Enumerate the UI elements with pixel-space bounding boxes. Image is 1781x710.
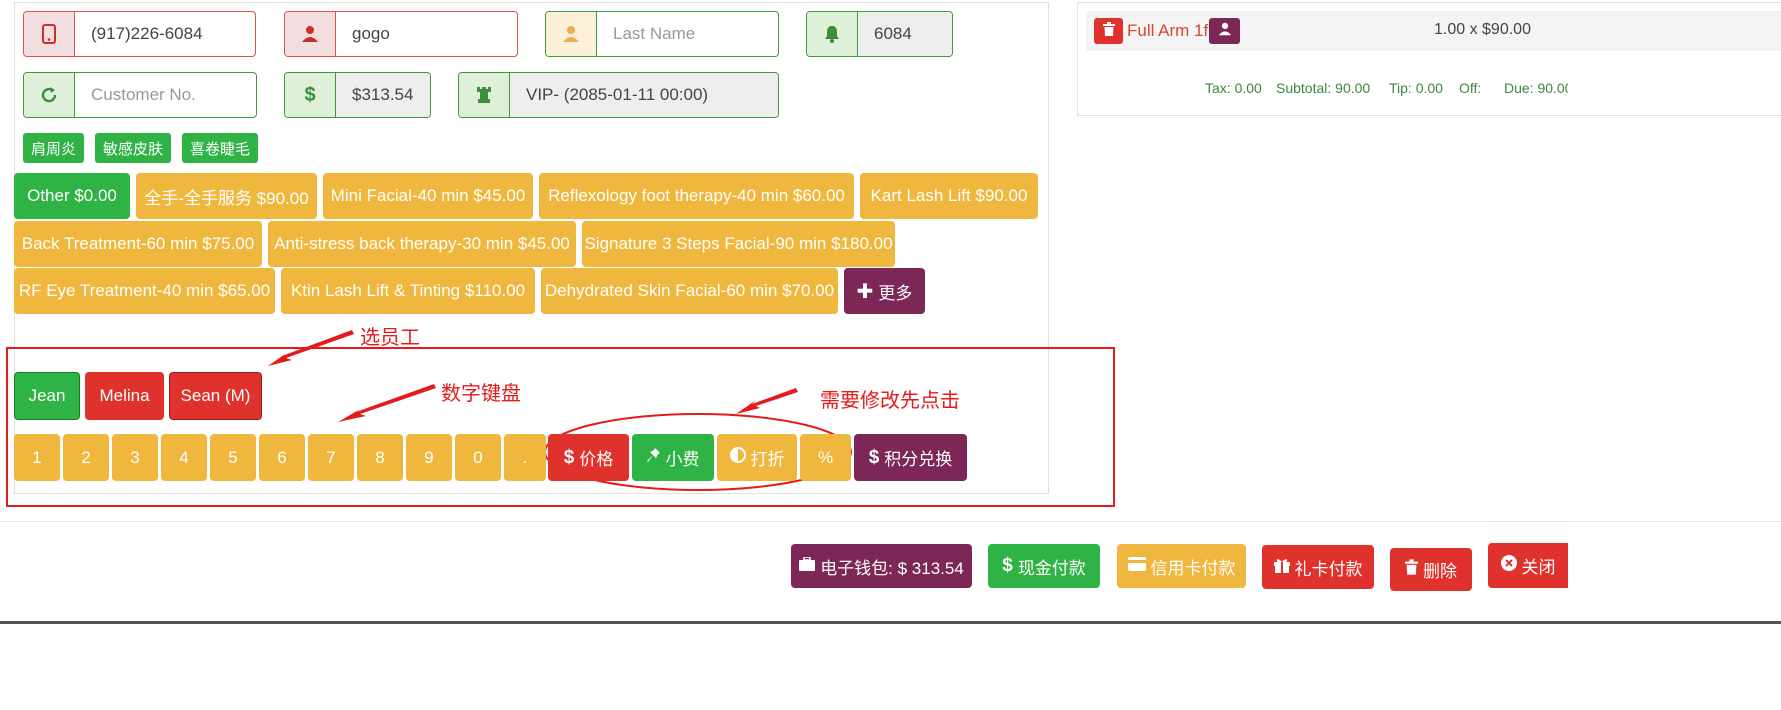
keypad-key[interactable]: 8 xyxy=(357,434,403,481)
keypad-key[interactable]: . xyxy=(504,434,546,481)
credit-card-button[interactable]: 信用卡付款 xyxy=(1117,544,1246,588)
keypad-key[interactable]: 4 xyxy=(161,434,207,481)
staff-button-sean[interactable]: Sean (M) xyxy=(169,372,262,420)
cart-tip: Tip: 0.00 xyxy=(1389,80,1443,96)
arrow-keypad xyxy=(338,384,436,422)
staff-button-jean[interactable]: Jean xyxy=(14,372,80,420)
annotation-click-first: 需要修改先点击 xyxy=(820,390,960,412)
cart-due: Due: 90.00 xyxy=(1504,80,1568,96)
price-label: 价格 xyxy=(579,450,614,469)
footer-divider xyxy=(0,521,1781,522)
e-wallet-button[interactable]: 电子钱包: $ 313.54 xyxy=(791,544,972,588)
close-icon xyxy=(1500,555,1517,576)
cash-pay-button[interactable]: $ 现金付款 xyxy=(988,544,1100,588)
credit-card-label: 信用卡付款 xyxy=(1150,558,1236,578)
price-button[interactable]: $ 价格 xyxy=(548,434,629,481)
half-circle-icon xyxy=(729,447,746,468)
cash-pay-label: 现金付款 xyxy=(1017,558,1086,578)
keypad-key[interactable]: 2 xyxy=(63,434,109,481)
close-label: 关闭 xyxy=(1521,558,1556,577)
dollar-icon: $ xyxy=(868,446,880,468)
gift-card-label: 礼卡付款 xyxy=(1294,559,1363,579)
cart-subtotal: Subtotal: 90.00 xyxy=(1276,80,1371,96)
arrow-select-staff xyxy=(268,330,354,366)
trash-icon xyxy=(1102,21,1115,41)
discount-button[interactable]: 打折 xyxy=(717,434,797,481)
close-button[interactable]: 关闭 xyxy=(1488,543,1568,588)
delete-label: 删除 xyxy=(1423,562,1457,581)
user-icon xyxy=(1218,21,1232,41)
staff-button-melina[interactable]: Melina xyxy=(85,372,164,420)
dollar-icon: $ xyxy=(563,446,575,468)
keypad-key[interactable]: 1 xyxy=(14,434,60,481)
tip-label: 小费 xyxy=(665,450,700,469)
annotation-keypad: 数字键盘 xyxy=(441,383,521,405)
annotation-select-staff: 选员工 xyxy=(360,327,420,349)
cart-off: Off: xyxy=(1459,80,1482,96)
keypad-key[interactable]: 6 xyxy=(259,434,305,481)
points-label: 积分兑换 xyxy=(884,450,953,469)
cart-item-qty-price: 1.00 x $90.00 xyxy=(1434,21,1531,38)
cart-item-name[interactable]: Full Arm 1f xyxy=(1127,21,1208,41)
briefcase-icon xyxy=(799,556,816,576)
gift-card-button[interactable]: 礼卡付款 xyxy=(1262,545,1374,589)
dollar-icon: $ xyxy=(1002,555,1013,576)
assign-staff-button[interactable] xyxy=(1209,18,1240,44)
keypad-key[interactable]: 5 xyxy=(210,434,256,481)
e-wallet-label: 电子钱包: $ 313.54 xyxy=(820,558,964,578)
pushpin-icon xyxy=(646,447,661,468)
arrow-click-first xyxy=(736,388,798,414)
bottom-border xyxy=(0,621,1781,624)
trash-icon xyxy=(1405,559,1418,580)
cart-tax: Tax: 0.00 xyxy=(1205,80,1262,96)
tip-button[interactable]: 小费 xyxy=(632,434,714,481)
points-redeem-button[interactable]: $ 积分兑换 xyxy=(854,434,967,481)
delete-button[interactable]: 删除 xyxy=(1390,548,1472,591)
keypad-key[interactable]: 0 xyxy=(455,434,501,481)
keypad-key[interactable]: 3 xyxy=(112,434,158,481)
delete-item-button[interactable] xyxy=(1094,18,1123,44)
keypad-key[interactable]: 7 xyxy=(308,434,354,481)
credit-card-icon xyxy=(1127,556,1146,576)
percent-button[interactable]: % xyxy=(800,434,851,481)
gift-icon xyxy=(1273,557,1290,578)
discount-label: 打折 xyxy=(750,450,785,469)
keypad-key[interactable]: 9 xyxy=(406,434,452,481)
